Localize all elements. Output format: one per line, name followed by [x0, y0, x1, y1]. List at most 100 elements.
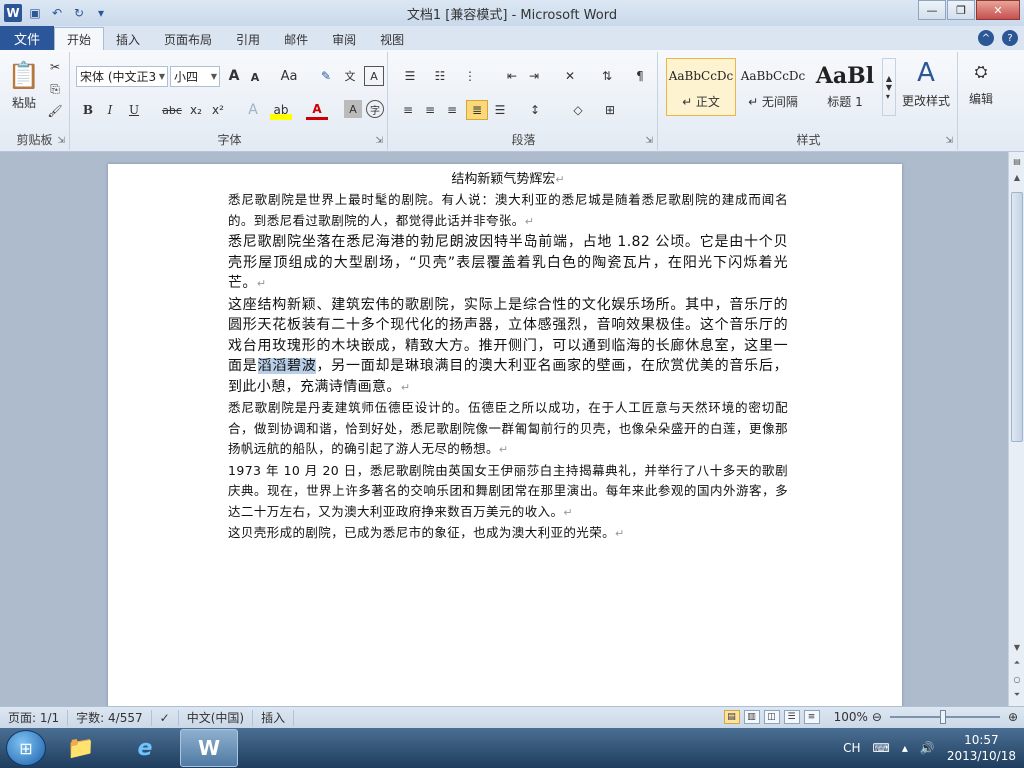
- styles-launcher-icon[interactable]: ⇲: [945, 136, 953, 146]
- copy-icon[interactable]: ⎘: [46, 80, 64, 98]
- scroll-down-icon[interactable]: ▼: [1009, 640, 1024, 654]
- keyboard-icon[interactable]: ⌨: [873, 741, 890, 755]
- italic-button[interactable]: I: [100, 100, 120, 120]
- borders-icon[interactable]: ⊞: [598, 100, 622, 120]
- align-left-icon[interactable]: ≡: [398, 100, 418, 120]
- change-styles-icon[interactable]: A: [904, 58, 948, 88]
- tab-home[interactable]: 开始: [54, 27, 105, 50]
- word-count[interactable]: 字数: 4/557: [68, 709, 152, 726]
- word-taskbar-icon[interactable]: W: [180, 729, 238, 767]
- previous-page-icon[interactable]: ⏶: [1009, 656, 1024, 670]
- undo-icon[interactable]: ↶: [48, 4, 66, 22]
- zoom-out-icon[interactable]: ⊖: [872, 710, 882, 724]
- align-right-icon[interactable]: ≡: [442, 100, 462, 120]
- redo-icon[interactable]: ↻: [70, 4, 88, 22]
- scroll-up-icon[interactable]: ▲: [1009, 170, 1024, 184]
- line-spacing-icon[interactable]: ↕: [522, 100, 548, 120]
- style-normal[interactable]: AaBbCcDc ↵ 正文: [666, 58, 736, 116]
- volume-icon[interactable]: 🔊: [920, 741, 935, 755]
- multilevel-list-icon[interactable]: ⋮: [458, 66, 482, 86]
- change-case-button[interactable]: Aa: [276, 66, 302, 86]
- paste-icon[interactable]: 📋: [8, 58, 40, 94]
- phonetic-guide-icon[interactable]: 文: [340, 66, 360, 86]
- close-button[interactable]: ✕: [976, 0, 1020, 20]
- tab-insert[interactable]: 插入: [104, 28, 152, 50]
- paragraph-launcher-icon[interactable]: ⇲: [645, 136, 653, 146]
- style-heading-1[interactable]: AaBl 标题 1: [810, 58, 880, 116]
- minimize-ribbon-icon[interactable]: ^: [978, 30, 994, 46]
- minimize-button[interactable]: —: [918, 0, 946, 20]
- tab-file[interactable]: 文件: [0, 26, 54, 50]
- zoom-in-icon[interactable]: ⊕: [1008, 710, 1018, 724]
- bullets-icon[interactable]: ☰: [398, 66, 422, 86]
- strikethrough-button[interactable]: abc: [160, 100, 184, 120]
- full-screen-reading-icon[interactable]: ▥: [743, 710, 760, 724]
- distributed-icon[interactable]: ☰: [490, 100, 510, 120]
- tab-review[interactable]: 审阅: [320, 28, 368, 50]
- proofing-icon[interactable]: ✓: [152, 709, 179, 726]
- explorer-taskbar-icon[interactable]: 📁: [52, 729, 110, 767]
- align-center-icon[interactable]: ≡: [420, 100, 440, 120]
- selected-text[interactable]: 滔滔碧波: [257, 358, 317, 374]
- enclose-char-icon[interactable]: 字: [366, 100, 384, 118]
- justify-icon[interactable]: ≣: [466, 100, 488, 120]
- char-border-icon[interactable]: A: [364, 66, 384, 86]
- save-icon[interactable]: ▣: [26, 4, 44, 22]
- print-layout-view-icon[interactable]: ▤: [723, 710, 740, 724]
- paste-button[interactable]: 粘贴: [6, 94, 42, 110]
- next-page-icon[interactable]: ⏷: [1009, 688, 1024, 702]
- zoom-slider[interactable]: [889, 710, 1000, 724]
- change-styles-button[interactable]: 更改样式: [898, 92, 954, 108]
- vertical-scrollbar[interactable]: ▤ ▲ ▼ ⏶ ○ ⏷: [1008, 152, 1024, 706]
- ie-taskbar-icon[interactable]: e: [116, 729, 174, 767]
- restore-button[interactable]: ❐: [947, 0, 975, 20]
- clock[interactable]: 10:57 2013/10/18: [947, 732, 1016, 764]
- numbering-icon[interactable]: ☷: [428, 66, 452, 86]
- text-effects-icon[interactable]: A: [242, 100, 264, 120]
- chinese-layout-icon[interactable]: ✕: [558, 66, 582, 86]
- shrink-font-button[interactable]: A: [246, 68, 264, 86]
- clear-format-icon[interactable]: ✎: [316, 66, 336, 86]
- customize-toolbar-icon[interactable]: ▾: [92, 4, 110, 22]
- font-launcher-icon[interactable]: ⇲: [375, 136, 383, 146]
- document-body[interactable]: 结构新颖气势辉宏↵ 悉尼歌剧院是世界上最时髦的剧院。有人说：澳大利亚的悉尼城是随…: [228, 170, 788, 545]
- font-color-icon[interactable]: A: [306, 100, 328, 120]
- draft-view-icon[interactable]: ≡: [803, 710, 820, 724]
- font-size-combo[interactable]: 小四 ▼: [170, 66, 220, 87]
- scroll-thumb[interactable]: [1011, 192, 1023, 442]
- tray-arrow-icon[interactable]: ▴: [902, 741, 908, 755]
- language-status[interactable]: 中文(中国): [179, 709, 254, 726]
- cut-icon[interactable]: ✂: [46, 58, 64, 76]
- ruler-toggle-icon[interactable]: ▤: [1009, 154, 1024, 168]
- styles-scroll[interactable]: ▲ ▼ ▾: [882, 58, 896, 116]
- tab-page-layout[interactable]: 页面布局: [152, 28, 224, 50]
- clipboard-launcher-icon[interactable]: ⇲: [57, 136, 65, 146]
- browse-object-icon[interactable]: ○: [1009, 672, 1024, 686]
- grow-font-button[interactable]: A: [224, 66, 244, 86]
- tab-view[interactable]: 视图: [368, 28, 416, 50]
- char-shading-icon[interactable]: A: [344, 100, 362, 118]
- style-no-spacing[interactable]: AaBbCcDc ↵ 无间隔: [738, 58, 808, 116]
- bold-button[interactable]: B: [78, 100, 98, 120]
- show-marks-icon[interactable]: ¶: [630, 66, 650, 86]
- insert-mode[interactable]: 插入: [253, 709, 295, 726]
- sort-icon[interactable]: ⇅: [596, 66, 618, 86]
- start-button[interactable]: ⊞: [6, 730, 46, 766]
- highlight-icon[interactable]: ab: [270, 100, 292, 120]
- tab-references[interactable]: 引用: [224, 28, 272, 50]
- subscript-button[interactable]: x₂: [186, 100, 206, 120]
- format-painter-icon[interactable]: 🖌: [46, 102, 64, 120]
- find-icon[interactable]: ⛭: [966, 60, 996, 84]
- increase-indent-icon[interactable]: ⇥: [524, 66, 544, 86]
- ime-indicator[interactable]: CH: [843, 741, 860, 755]
- document-page[interactable]: 结构新颖气势辉宏↵ 悉尼歌剧院是世界上最时髦的剧院。有人说：澳大利亚的悉尼城是随…: [108, 164, 902, 706]
- tab-mailings[interactable]: 邮件: [272, 28, 320, 50]
- zoom-level[interactable]: 100%: [834, 710, 868, 724]
- page-count[interactable]: 页面: 1/1: [0, 709, 69, 726]
- word-app-icon[interactable]: W: [4, 4, 22, 22]
- web-layout-icon[interactable]: ◫: [763, 710, 780, 724]
- font-name-combo[interactable]: 宋体 (中文正3 ▼: [76, 66, 168, 87]
- help-icon[interactable]: ?: [1002, 30, 1018, 46]
- superscript-button[interactable]: x²: [208, 100, 228, 120]
- editing-button[interactable]: 编辑: [962, 90, 1000, 106]
